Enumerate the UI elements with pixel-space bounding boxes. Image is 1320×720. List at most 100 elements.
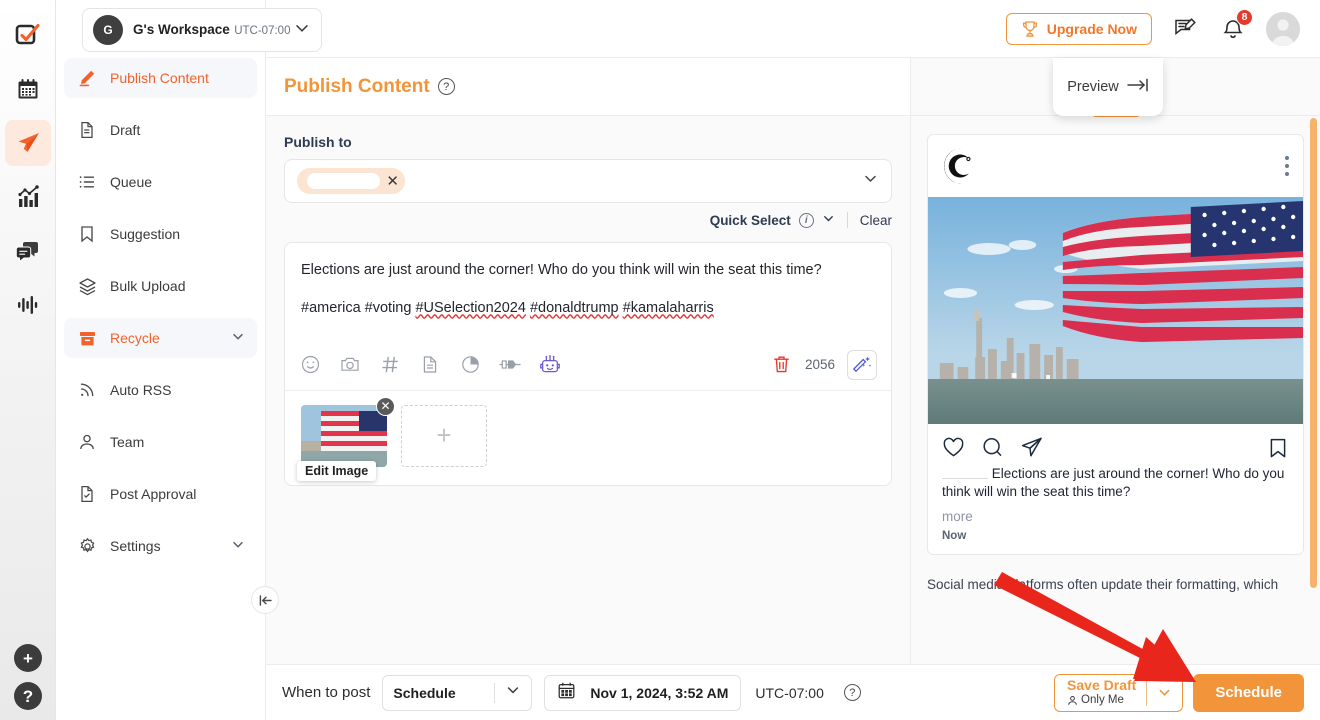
question-mark-icon[interactable]: ? [438, 78, 455, 95]
preview-scrollbar[interactable] [1310, 118, 1317, 712]
sidebar-item-label: Draft [110, 122, 140, 138]
bookmark-icon [76, 224, 98, 244]
chevron-down-icon[interactable] [862, 170, 879, 192]
workspace-switcher[interactable]: G G's Workspace UTC-07:00 [82, 8, 322, 52]
caption-text: Elections are just around the corner! Wh… [942, 466, 1284, 499]
rail-item-brand-logo[interactable] [5, 12, 51, 58]
rail-item-inbox[interactable] [5, 228, 51, 274]
post-mode-select[interactable]: Schedule [382, 675, 532, 711]
quick-select-chevron-icon[interactable] [822, 212, 835, 228]
main-area: Upgrade Now 8 [266, 0, 1320, 720]
rail-item-monitoring[interactable] [5, 282, 51, 328]
heart-icon[interactable] [942, 436, 965, 459]
page-title: Publish Content [284, 76, 430, 98]
post-actions [928, 424, 1303, 465]
question-mark-icon[interactable]: ? [844, 684, 861, 701]
plug-icon[interactable] [499, 354, 521, 376]
avatar[interactable] [1266, 12, 1300, 46]
sidebar-item-label: Queue [110, 174, 152, 190]
sidebar-item-team[interactable]: Team [64, 422, 257, 462]
rail-item-calendar[interactable] [5, 66, 51, 112]
datetime-picker[interactable]: Nov 1, 2024, 3:52 AM [544, 675, 741, 711]
composer-body: Publish to ✕ Quick Select i [266, 116, 910, 664]
sidebar-collapse-button[interactable] [251, 586, 279, 614]
selected-account-chip[interactable]: ✕ [297, 168, 405, 194]
remove-image-button[interactable]: ✕ [376, 397, 395, 416]
when-to-post-label: When to post [282, 684, 370, 701]
sidebar-item-label: Team [110, 434, 144, 450]
sidebar-item-settings[interactable]: Settings [64, 526, 257, 566]
edit-image-tooltip[interactable]: Edit Image [297, 461, 376, 481]
sidebar-item-publish-content[interactable]: Publish Content [64, 58, 257, 98]
chevron-down-icon[interactable] [231, 330, 245, 347]
notifications-button[interactable]: 8 [1218, 14, 1248, 44]
quick-select-label[interactable]: Quick Select [710, 213, 791, 228]
account-handle-redacted [942, 469, 988, 479]
sidebar-item-label: Settings [110, 538, 161, 554]
sidebar: Publish Content Draft Queue Suggestion [56, 0, 266, 720]
robot-icon[interactable] [539, 354, 561, 376]
ai-magic-wand-button[interactable] [847, 350, 877, 380]
analytics-icon [16, 185, 40, 209]
scrollbar-thumb[interactable] [1310, 118, 1317, 588]
add-media-button[interactable]: + [401, 405, 487, 467]
workspace-timezone: UTC-07:00 [234, 25, 290, 37]
bookmark-icon[interactable] [1267, 437, 1289, 459]
help-button[interactable]: ? [14, 682, 42, 710]
rail-item-analytics[interactable] [5, 174, 51, 220]
upgrade-now-button[interactable]: Upgrade Now [1006, 13, 1152, 45]
save-draft-button[interactable]: Save Draft Only Me [1054, 674, 1183, 712]
pie-chart-icon[interactable] [459, 354, 481, 376]
schedule-button[interactable]: Schedule [1193, 674, 1304, 712]
american-flag-over-nyc-skyline-icon [928, 197, 1303, 424]
recycle-box-icon [76, 328, 98, 348]
chevron-down-icon[interactable] [231, 538, 245, 555]
sidebar-item-label: Bulk Upload [110, 278, 186, 294]
comment-icon[interactable] [981, 436, 1004, 459]
preview-toggle-button[interactable]: Preview [1053, 58, 1163, 116]
sidebar-item-auto-rss[interactable]: Auto RSS [64, 370, 257, 410]
sidebar-item-draft[interactable]: Draft [64, 110, 257, 150]
app-root: + ? Publish Content Draft [0, 0, 1320, 720]
more-link[interactable]: more [928, 505, 1303, 524]
c-logo [942, 146, 982, 186]
chevron-down-icon[interactable] [1157, 685, 1182, 700]
trash-icon[interactable] [771, 354, 793, 376]
chat-bubbles-icon [15, 239, 40, 264]
upgrade-now-label: Upgrade Now [1047, 21, 1137, 37]
chevron-down-icon[interactable] [293, 19, 311, 42]
post-image [928, 197, 1303, 424]
document-check-icon [76, 484, 98, 504]
publish-to-select[interactable]: ✕ [284, 159, 892, 203]
sidebar-item-recycle[interactable]: Recycle [64, 318, 257, 358]
icon-rail: + ? [0, 0, 56, 720]
emoji-icon[interactable] [299, 354, 321, 376]
info-icon[interactable]: i [799, 213, 814, 228]
magic-wand-icon [853, 355, 872, 374]
feedback-button[interactable] [1170, 14, 1200, 44]
camera-icon[interactable] [339, 354, 361, 376]
document-icon[interactable] [419, 354, 441, 376]
attached-image-thumbnail[interactable]: ✕ Edit Image [301, 405, 387, 467]
sidebar-item-queue[interactable]: Queue [64, 162, 257, 202]
account-name-redacted [307, 173, 380, 189]
clear-button[interactable]: Clear [860, 213, 892, 228]
sidebar-item-suggestion[interactable]: Suggestion [64, 214, 257, 254]
save-draft-label: Save Draft [1067, 678, 1136, 693]
chevron-down-icon[interactable] [505, 682, 521, 703]
post-text-editor[interactable]: Elections are just around the corner! Wh… [285, 243, 891, 340]
rail-item-publish[interactable] [5, 120, 51, 166]
preview-note: Social media platforms often update thei… [927, 575, 1304, 595]
more-vertical-icon[interactable] [1285, 156, 1289, 176]
post-line-1: Elections are just around the corner! Wh… [301, 259, 875, 281]
paper-plane-icon [15, 130, 41, 156]
hashtag-icon[interactable] [379, 354, 401, 376]
divider [1146, 680, 1147, 706]
sidebar-item-bulk-upload[interactable]: Bulk Upload [64, 266, 257, 306]
sidebar-item-post-approval[interactable]: Post Approval [64, 474, 257, 514]
rss-icon [76, 380, 98, 400]
add-button[interactable]: + [14, 644, 42, 672]
share-icon[interactable] [1020, 436, 1043, 459]
close-icon[interactable]: ✕ [386, 174, 399, 189]
workspace-name: G's Workspace [133, 22, 230, 37]
